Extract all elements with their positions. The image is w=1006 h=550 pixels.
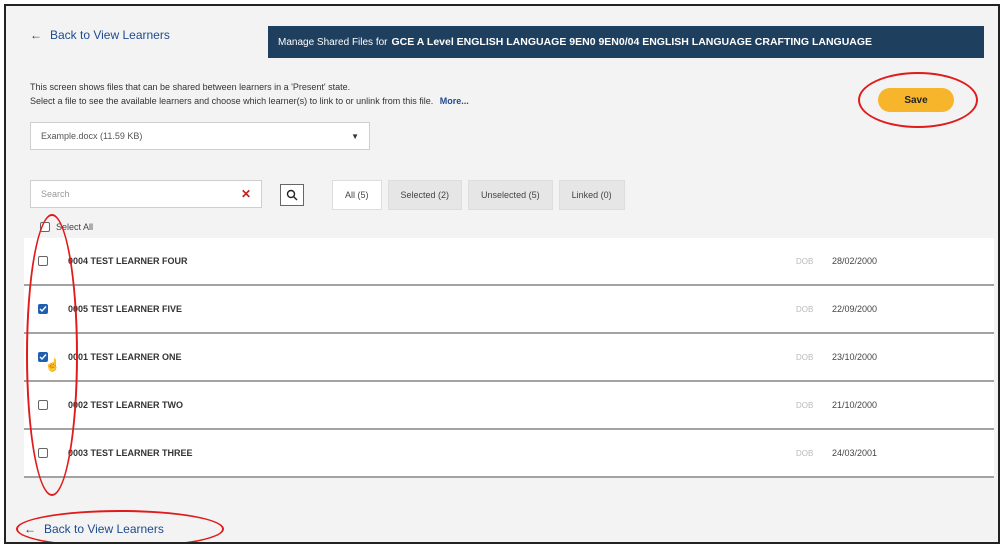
filter-tab-selected[interactable]: Selected (2) [387,180,463,210]
intro-line-2: Select a file to see the available learn… [30,96,434,106]
header-prefix: Manage Shared Files for [278,36,388,48]
annotation-circle-save [858,72,978,128]
dob-label: DOB [796,400,814,410]
dob-label: DOB [796,256,814,266]
search-placeholder: Search [41,189,70,199]
learner-row[interactable]: 0005 TEST LEARNER FIVE DOB 22/09/2000 [24,286,994,334]
back-link-label: Back to View Learners [50,28,170,42]
learner-name: 0003 TEST LEARNER THREE [68,448,193,458]
learner-name: 0002 TEST LEARNER TWO [68,400,184,410]
arrow-left-icon: ← [30,28,42,42]
dob-label: DOB [796,352,814,362]
file-select-value: Example.docx (11.59 KB) [41,131,143,141]
dob-value: 23/10/2000 [832,352,878,362]
learner-name: 0005 TEST LEARNER FIVE [68,304,183,314]
search-button[interactable] [280,184,304,206]
filter-tab-unselected[interactable]: Unselected (5) [468,180,553,210]
learner-row[interactable]: 0002 TEST LEARNER TWO DOB 21/10/2000 [24,382,994,430]
dob-label: DOB [796,448,814,458]
dob-value: 21/10/2000 [832,400,878,410]
filter-tab-linked[interactable]: Linked (0) [558,180,625,210]
filter-tabs: All (5) Selected (2) Unselected (5) Link… [332,180,625,210]
intro-line-1: This screen shows files that can be shar… [30,82,351,92]
search-icon [286,189,298,201]
learner-row[interactable]: 0001 TEST LEARNER ONE DOB 23/10/2000 [24,334,994,382]
learner-name: 0004 TEST LEARNER FOUR [68,256,188,266]
app-frame: ← Back to View Learners Manage Shared Fi… [4,4,1000,544]
filter-tab-all[interactable]: All (5) [332,180,382,210]
annotation-circle-back-link [16,510,224,542]
learner-list: 0004 TEST LEARNER FOUR DOB 28/02/2000 00… [24,238,994,478]
learner-name: 0001 TEST LEARNER ONE [68,352,182,362]
dob-value: 22/09/2000 [832,304,878,314]
dob-label: DOB [796,304,814,314]
dob-value: 28/02/2000 [832,256,878,266]
page-title-banner: Manage Shared Files for GCE A Level ENGL… [268,26,984,58]
annotation-circle-checkboxes [26,214,78,496]
header-title: GCE A Level ENGLISH LANGUAGE 9EN0 9EN0/0… [391,36,873,48]
learner-row[interactable]: 0003 TEST LEARNER THREE DOB 24/03/2001 [24,430,994,478]
clear-icon[interactable]: ✕ [241,187,251,201]
search-input[interactable]: Search ✕ [30,180,262,208]
more-link[interactable]: More... [440,96,469,106]
file-select[interactable]: Example.docx (11.59 KB) ▼ [30,122,370,150]
caret-down-icon: ▼ [351,131,359,141]
back-to-view-learners-link-top[interactable]: ← Back to View Learners [30,28,170,42]
learner-row[interactable]: 0004 TEST LEARNER FOUR DOB 28/02/2000 [24,238,994,286]
dob-value: 24/03/2001 [832,448,878,458]
intro-text: This screen shows files that can be shar… [30,80,469,108]
